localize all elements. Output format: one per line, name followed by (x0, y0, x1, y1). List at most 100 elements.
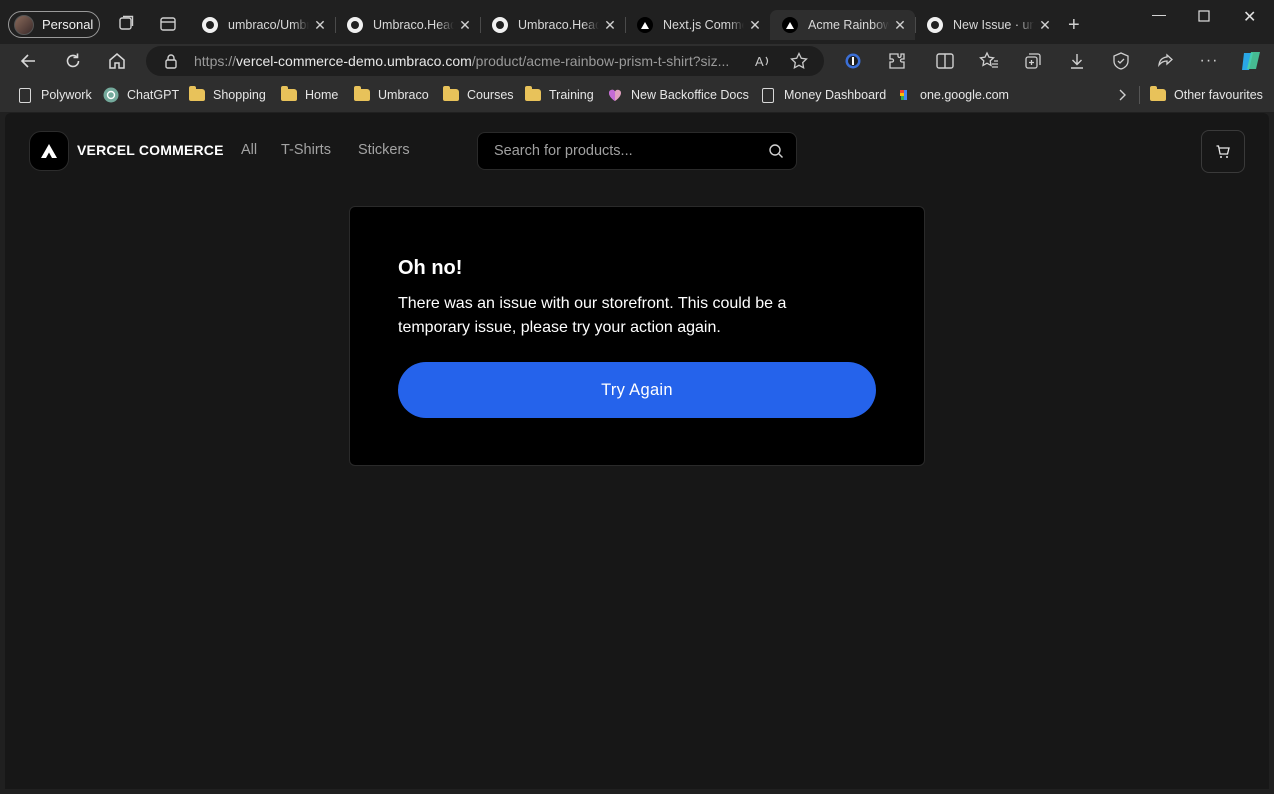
tab-umbraco-repo[interactable]: umbraco/Umbraco ✕ (190, 10, 335, 40)
heart-icon (608, 89, 622, 101)
close-tab-icon[interactable]: ✕ (309, 17, 331, 34)
minimize-icon[interactable]: — (1152, 6, 1166, 22)
folder-icon (525, 86, 541, 101)
copilot-icon[interactable] (1239, 49, 1263, 73)
nav-link-all[interactable]: All (241, 142, 257, 158)
try-again-button[interactable]: Try Again (398, 362, 876, 418)
close-tab-icon[interactable]: ✕ (599, 17, 621, 34)
page-viewport: VERCEL COMMERCE All T-Shirts Stickers Oh… (5, 113, 1269, 789)
downloads-icon[interactable] (1067, 51, 1087, 71)
github-icon (927, 17, 943, 33)
split-screen-icon[interactable] (935, 51, 955, 71)
profile-button[interactable]: Personal (8, 11, 100, 38)
vercel-icon (637, 17, 653, 33)
close-tab-icon[interactable]: ✕ (1034, 17, 1056, 34)
maximize-icon[interactable] (1198, 10, 1210, 22)
bookmark-label: Other favourites (1174, 88, 1263, 102)
favorite-star-icon[interactable] (790, 52, 808, 70)
github-icon (347, 17, 363, 33)
share-icon[interactable] (1155, 51, 1175, 71)
bookmark-label: Umbraco (378, 88, 429, 102)
browser-toolbar: https://vercel-commerce-demo.umbraco.com… (0, 44, 1274, 78)
bookmark-label: ChatGPT (127, 88, 180, 102)
back-icon[interactable] (19, 51, 39, 71)
bookmark-other-favourites[interactable]: Other favourites (1150, 86, 1263, 103)
error-title: Oh no! (398, 257, 463, 279)
nav-link-stickers[interactable]: Stickers (358, 142, 410, 158)
bookmark-label: Courses (467, 88, 514, 102)
close-window-icon[interactable]: ✕ (1243, 7, 1256, 27)
tab-umbraco-headless-2[interactable]: Umbraco.Headless ✕ (480, 10, 625, 40)
tab-title: New Issue · umbraco (953, 18, 1034, 32)
url-text[interactable]: https://vercel-commerce-demo.umbraco.com… (194, 53, 734, 69)
profile-avatar (14, 14, 34, 35)
vertical-tabs-icon[interactable] (159, 15, 177, 33)
url-scheme: https:// (194, 53, 237, 69)
close-tab-icon[interactable]: ✕ (744, 17, 766, 34)
folder-icon (1150, 86, 1166, 101)
favorites-icon[interactable] (979, 51, 999, 71)
lock-icon[interactable] (164, 53, 178, 69)
bookmarks-divider (1139, 86, 1140, 104)
bookmark-one-google[interactable]: one.google.com (896, 87, 1009, 103)
extensions-icon[interactable] (887, 51, 907, 71)
profile-label: Personal (42, 17, 94, 32)
tab-nextjs-commerce[interactable]: Next.js Commerce ✕ (625, 10, 770, 40)
read-aloud-icon[interactable]: A (754, 52, 772, 70)
bookmark-courses[interactable]: Courses (443, 86, 514, 103)
bookmark-chatgpt[interactable]: ChatGPT (103, 87, 179, 103)
collections-icon[interactable] (1023, 51, 1043, 71)
vercel-icon (782, 17, 798, 33)
tab-title: Acme Rainbow Prism (808, 18, 889, 32)
home-icon[interactable] (107, 51, 127, 71)
bookmark-label: one.google.com (920, 88, 1009, 102)
new-tab-button[interactable]: + (1068, 14, 1080, 37)
site-brand[interactable]: VERCEL COMMERCE (77, 142, 224, 158)
tab-title: Umbraco.Headless (373, 18, 454, 32)
bookmark-label: New Backoffice Docs (631, 88, 749, 102)
github-icon (492, 17, 508, 33)
bookmark-label: Home (305, 88, 339, 102)
cart-button[interactable] (1201, 130, 1245, 173)
tab-acme-rainbow-prism[interactable]: Acme Rainbow Prism ✕ (770, 10, 915, 40)
tab-strip: umbraco/Umbraco ✕ Umbraco.Headless ✕ Umb… (190, 10, 1060, 40)
close-tab-icon[interactable]: ✕ (889, 17, 911, 34)
browser-tab-bar: Personal umbraco/Umbraco ✕ Umbraco.Headl… (0, 0, 1274, 44)
bookmark-new-backoffice-docs[interactable]: New Backoffice Docs (607, 87, 749, 103)
google-one-icon (900, 90, 907, 100)
bookmark-home[interactable]: Home (281, 86, 339, 103)
tab-title: Umbraco.Headless (518, 18, 599, 32)
search-input[interactable] (494, 143, 754, 159)
page-icon (19, 87, 31, 103)
tab-title: Next.js Commerce (663, 18, 744, 32)
workspaces-icon[interactable] (117, 15, 135, 33)
site-logo-button[interactable] (29, 131, 69, 171)
bookmark-label: Money Dashboard (784, 88, 887, 102)
folder-icon (281, 86, 297, 101)
bookmark-shopping[interactable]: Shopping (189, 86, 266, 103)
bookmark-training[interactable]: Training (525, 86, 594, 103)
chevron-right-icon[interactable] (1115, 88, 1129, 102)
more-options-icon[interactable]: ··· (1199, 51, 1219, 71)
bookmark-umbraco[interactable]: Umbraco (354, 86, 429, 103)
password-manager-icon[interactable] (843, 51, 863, 71)
search-icon[interactable] (768, 143, 784, 159)
browser-essentials-icon[interactable] (1111, 51, 1131, 71)
chatgpt-icon (103, 87, 119, 103)
folder-icon (443, 86, 459, 101)
nav-link-tshirts[interactable]: T-Shirts (281, 142, 331, 158)
github-icon (202, 17, 218, 33)
folder-icon (354, 86, 370, 101)
page-icon (762, 87, 774, 103)
bookmark-money-dashboard[interactable]: Money Dashboard (760, 87, 886, 103)
tab-title: umbraco/Umbraco (228, 18, 309, 32)
address-bar[interactable]: https://vercel-commerce-demo.umbraco.com… (146, 46, 824, 76)
tab-umbraco-headless-1[interactable]: Umbraco.Headless ✕ (335, 10, 480, 40)
bookmark-label: Polywork (41, 88, 92, 102)
search-box (477, 132, 797, 170)
error-card: Oh no! There was an issue with our store… (349, 206, 925, 466)
bookmark-polywork[interactable]: Polywork (17, 87, 92, 103)
refresh-icon[interactable] (63, 51, 83, 71)
tab-new-issue[interactable]: New Issue · umbraco ✕ (915, 10, 1060, 40)
close-tab-icon[interactable]: ✕ (454, 17, 476, 34)
